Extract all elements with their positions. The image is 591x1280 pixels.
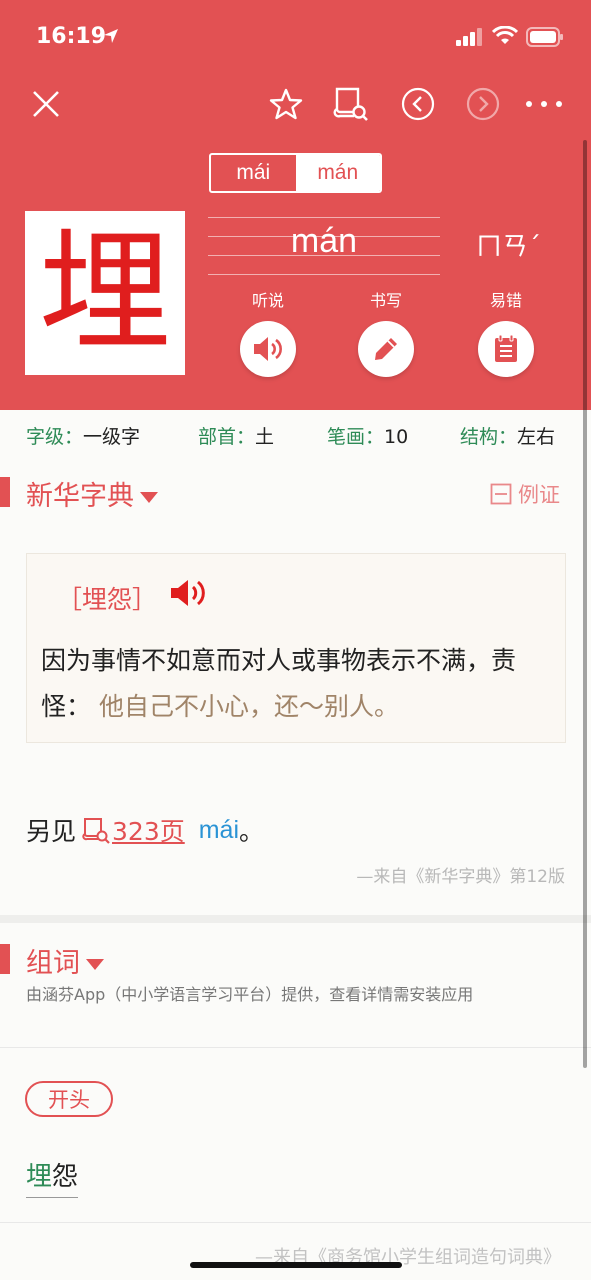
- zuci-title: 组词: [26, 948, 80, 979]
- word-rest: 怨: [52, 1162, 79, 1192]
- speaker-icon[interactable]: [169, 576, 209, 610]
- info-radical: 部首：土: [198, 426, 275, 448]
- see-also-suffix: 。: [239, 817, 265, 846]
- info-level: 字级：一级字: [26, 426, 141, 448]
- divider: [0, 1222, 591, 1223]
- section-separator: [0, 915, 591, 923]
- book-search-icon[interactable]: [332, 86, 372, 122]
- mistakes-label: 易错: [489, 291, 522, 310]
- home-indicator[interactable]: [190, 1262, 402, 1268]
- star-icon[interactable]: [268, 86, 304, 122]
- example-toggle[interactable]: 例证: [490, 479, 560, 509]
- more-icon[interactable]: [524, 96, 564, 112]
- next-icon[interactable]: [466, 87, 500, 121]
- page-link-label: 323页: [112, 817, 185, 846]
- character-info-row: 字级：一级字 部首：土 笔画：10 结构：左右: [0, 412, 591, 456]
- pinyin-tabs: mái mán: [209, 153, 382, 193]
- cellular-signal-icon: [456, 28, 482, 46]
- entry-word: ［埋怨］: [57, 585, 158, 614]
- xinhua-source: —来自《新华字典》第12版: [356, 867, 565, 887]
- speaker-icon: [254, 337, 282, 361]
- definition-example: 他自己不小心，还～别人。: [98, 692, 399, 721]
- action-mistakes: 易错: [476, 287, 536, 377]
- see-also-pinyin[interactable]: mái: [199, 816, 239, 845]
- info-structure: 结构：左右: [460, 426, 556, 448]
- caret-down-icon: [140, 492, 158, 503]
- zhuyin-reading: ㄇㄢˊ: [476, 232, 542, 262]
- main-character: 埋: [39, 216, 171, 370]
- location-arrow-icon: [104, 29, 118, 43]
- pencil-icon: [375, 338, 397, 360]
- section-marker: [0, 477, 10, 507]
- character-box: 埋: [25, 211, 185, 375]
- speaker-button[interactable]: [240, 321, 296, 377]
- prev-icon[interactable]: [401, 87, 435, 121]
- book-search-icon: [82, 818, 110, 844]
- listen-label: 听说: [251, 291, 284, 310]
- header: 16:19 mái mán 埋 mán ㄇㄢˊ 听说 书写 易错: [0, 0, 591, 410]
- tab-pinyin-man[interactable]: mán: [295, 155, 380, 191]
- status-time: 16:19: [36, 24, 107, 49]
- definition-card: ［埋怨］ 因为事情不如意而对人或事物表示不满，责怪： 他自己不小心，还～别人。: [26, 553, 566, 743]
- write-label: 书写: [369, 291, 402, 310]
- action-write: 书写: [356, 287, 416, 377]
- status-bar: 16:19: [0, 0, 591, 76]
- close-icon[interactable]: [30, 88, 62, 120]
- see-also: 另见 323页 mái 。: [26, 812, 264, 848]
- notepad-icon: [495, 334, 517, 362]
- wifi-icon: [492, 26, 518, 44]
- xinhua-title: 新华字典: [26, 481, 134, 512]
- divider: [0, 1047, 591, 1048]
- scrollbar[interactable]: [583, 140, 587, 1068]
- definition-text: 因为事情不如意而对人或事物表示不满，责怪： 他自己不小心，还～别人。: [41, 638, 551, 730]
- caret-down-icon: [86, 959, 104, 970]
- page-link[interactable]: 323页: [82, 812, 185, 848]
- collapse-icon: [490, 483, 512, 505]
- tab-pinyin-mai[interactable]: mái: [211, 155, 296, 191]
- pinyin-reading: mán: [290, 222, 358, 260]
- notepad-button[interactable]: [478, 321, 534, 377]
- filter-pill[interactable]: 开头: [25, 1081, 113, 1117]
- word-highlight: 埋: [26, 1162, 53, 1192]
- section-marker: [0, 944, 10, 974]
- xinhua-section-toggle[interactable]: 新华字典: [26, 474, 158, 513]
- action-listen: 听说: [238, 287, 298, 377]
- pencil-button[interactable]: [358, 321, 414, 377]
- word-item[interactable]: 埋怨: [26, 1156, 79, 1198]
- zuci-section-toggle[interactable]: 组词: [26, 941, 104, 980]
- example-toggle-label: 例证: [518, 483, 560, 507]
- see-also-prefix: 另见: [26, 817, 77, 846]
- info-strokes: 笔画：10: [327, 426, 409, 448]
- zuci-subtitle[interactable]: 由涵芬App（中小学语言学习平台）提供，查看详情需安装应用: [26, 983, 566, 1006]
- battery-icon: [526, 27, 563, 47]
